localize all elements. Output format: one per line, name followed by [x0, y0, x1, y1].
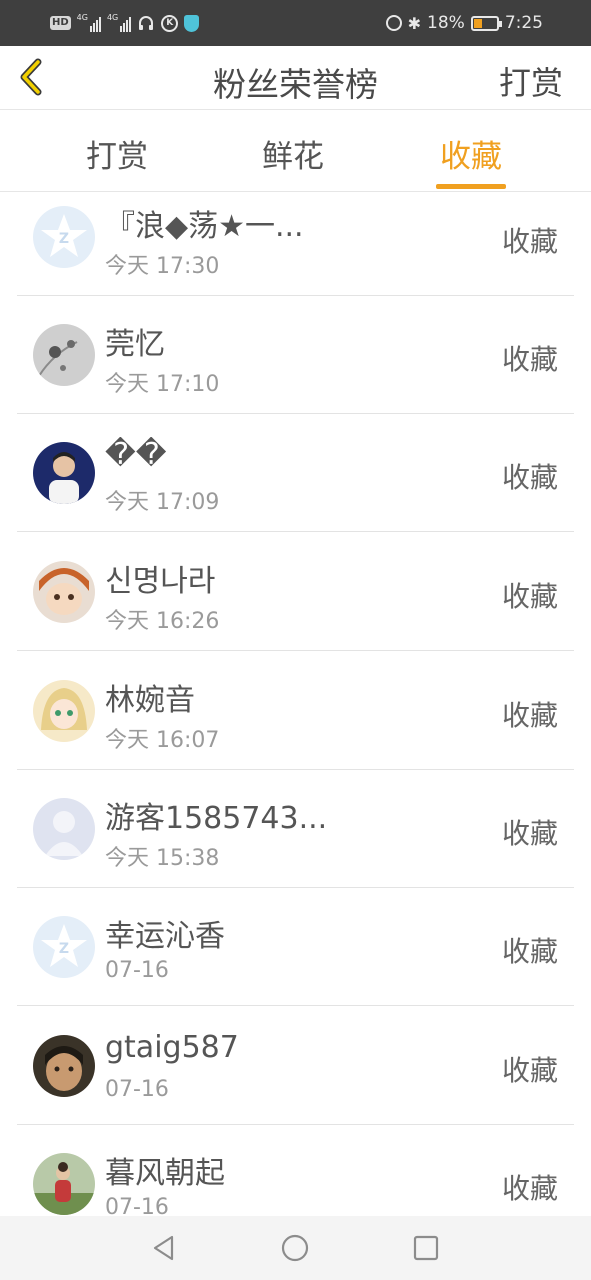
- favorite-label: 收藏: [501, 1054, 558, 1087]
- list-item[interactable]: �� 今天 17:09 收藏: [17, 414, 574, 532]
- avatar: [33, 1035, 95, 1097]
- tab-flowers-label: 鲜花: [262, 139, 324, 175]
- list-item[interactable]: Z 幸运沁香 07-16 收藏: [17, 888, 574, 1006]
- nav-recent-button[interactable]: [410, 1232, 442, 1264]
- status-right: ✱ 18% 7:25: [385, 13, 543, 33]
- avatar: [33, 1153, 95, 1215]
- default-person-avatar-icon: [33, 798, 95, 860]
- clock: 7:25: [504, 13, 543, 33]
- system-nav-bar: [0, 1216, 591, 1280]
- anime-avatar-icon: [33, 561, 95, 623]
- circle-home-icon: [281, 1234, 309, 1262]
- status-bar: HD 4G 4G K ✱ 18% 7:25: [0, 0, 591, 46]
- default-qzone-avatar-icon: Z: [33, 206, 95, 268]
- fan-name: 暮风朝起: [105, 1156, 225, 1191]
- fan-time: 今天 17:10: [105, 372, 220, 397]
- app-header: 粉丝荣誉榜 打赏: [0, 46, 591, 110]
- network-type-label: 4G: [76, 13, 88, 22]
- nav-home-button[interactable]: [279, 1232, 311, 1264]
- favorite-label: 收藏: [501, 343, 558, 376]
- list-item[interactable]: Z 『浪◆荡★一... 今天 17:30 收藏: [17, 193, 574, 296]
- flower-photo-avatar-icon: [33, 324, 95, 386]
- fan-time: 07-16: [105, 958, 169, 983]
- active-tab-indicator: [436, 184, 506, 189]
- favorite-label: 收藏: [501, 1172, 558, 1205]
- avatar: [33, 680, 95, 742]
- signal-icon-2: 4G: [106, 13, 132, 32]
- list-item[interactable]: gtaig587 07-16 收藏: [17, 1007, 574, 1125]
- fan-time: 今天 17:09: [105, 490, 220, 515]
- avatar: [33, 798, 95, 860]
- fan-time: 07-16: [105, 1077, 169, 1102]
- tab-bar: 打赏 鲜花 收藏: [0, 111, 591, 192]
- svg-text:Z: Z: [59, 941, 69, 957]
- network-type-label-2: 4G: [106, 13, 119, 22]
- hd-badge: HD: [50, 16, 71, 30]
- favorite-label: 收藏: [501, 817, 558, 850]
- favorite-label: 收藏: [501, 225, 558, 258]
- list-item[interactable]: 莞忆 今天 17:10 收藏: [17, 296, 574, 414]
- face-photo-avatar-icon: [33, 1035, 95, 1097]
- screen: HD 4G 4G K ✱ 18% 7:25 粉丝荣誉榜 打赏 打赏 鲜花 收藏 …: [0, 0, 591, 1280]
- svg-text:Z: Z: [59, 231, 69, 247]
- favorite-label: 收藏: [501, 935, 558, 968]
- fan-time: 07-16: [105, 1195, 169, 1216]
- fan-name: gtaig587: [105, 1030, 239, 1065]
- shield-icon: [184, 14, 200, 32]
- nav-back-button[interactable]: [148, 1232, 180, 1264]
- person-photo-avatar-icon: [33, 442, 95, 504]
- alarm-icon: [385, 15, 402, 31]
- fan-name: 幸运沁香: [105, 919, 225, 954]
- tab-flowers[interactable]: 鲜花: [262, 131, 324, 192]
- headphones-icon: [139, 16, 154, 30]
- signal-icon: 4G: [77, 14, 101, 32]
- fan-name: 莞忆: [105, 327, 165, 362]
- avatar: [33, 561, 95, 623]
- favorite-label: 收藏: [501, 580, 558, 613]
- tab-reward[interactable]: 打赏: [86, 131, 148, 192]
- list-item[interactable]: 暮风朝起 07-16 收藏: [17, 1125, 574, 1216]
- list-item[interactable]: 游客1585743... 今天 15:38 收藏: [17, 770, 574, 888]
- fan-list: Z 『浪◆荡★一... 今天 17:30 收藏 莞忆 今天 17:10 收藏 �…: [0, 193, 591, 1216]
- fan-name: 『浪◆荡★一...: [105, 209, 304, 244]
- favorite-label: 收藏: [501, 699, 558, 732]
- battery-icon: [470, 15, 502, 31]
- tab-favorites-label: 收藏: [440, 139, 502, 175]
- list-item[interactable]: 林婉音 今天 16:07 收藏: [17, 652, 574, 770]
- outdoor-photo-avatar-icon: [33, 1153, 95, 1215]
- avatar: [33, 442, 95, 504]
- square-recent-icon: [413, 1235, 439, 1261]
- avatar: [33, 324, 95, 386]
- status-left: HD 4G 4G K: [50, 13, 200, 32]
- favorite-label: 收藏: [501, 461, 558, 494]
- tab-favorites[interactable]: 收藏: [436, 131, 506, 192]
- default-qzone-avatar-icon: Z: [33, 916, 95, 978]
- fan-time: 今天 15:38: [105, 846, 220, 871]
- fan-name: ��: [105, 437, 167, 472]
- fan-time: 今天 17:30: [105, 254, 220, 279]
- tab-reward-label: 打赏: [86, 139, 148, 175]
- k-app-icon: K: [161, 14, 179, 32]
- fan-name: 游客1585743...: [105, 801, 328, 836]
- avatar: Z: [33, 206, 95, 268]
- fan-name: 林婉音: [105, 683, 195, 718]
- list-item[interactable]: 신명나라 今天 16:26 收藏: [17, 533, 574, 651]
- fan-time: 今天 16:07: [105, 728, 220, 753]
- triangle-back-icon: [153, 1235, 174, 1261]
- anime-girl-avatar-icon: [33, 680, 95, 742]
- battery-fill: [473, 18, 482, 28]
- fan-name: 신명나라: [105, 564, 216, 599]
- bluetooth-icon: ✱: [407, 13, 422, 33]
- battery-percent: 18%: [427, 13, 465, 33]
- fan-time: 今天 16:26: [105, 609, 220, 634]
- avatar: Z: [33, 916, 95, 978]
- reward-header-button[interactable]: 打赏: [499, 58, 563, 104]
